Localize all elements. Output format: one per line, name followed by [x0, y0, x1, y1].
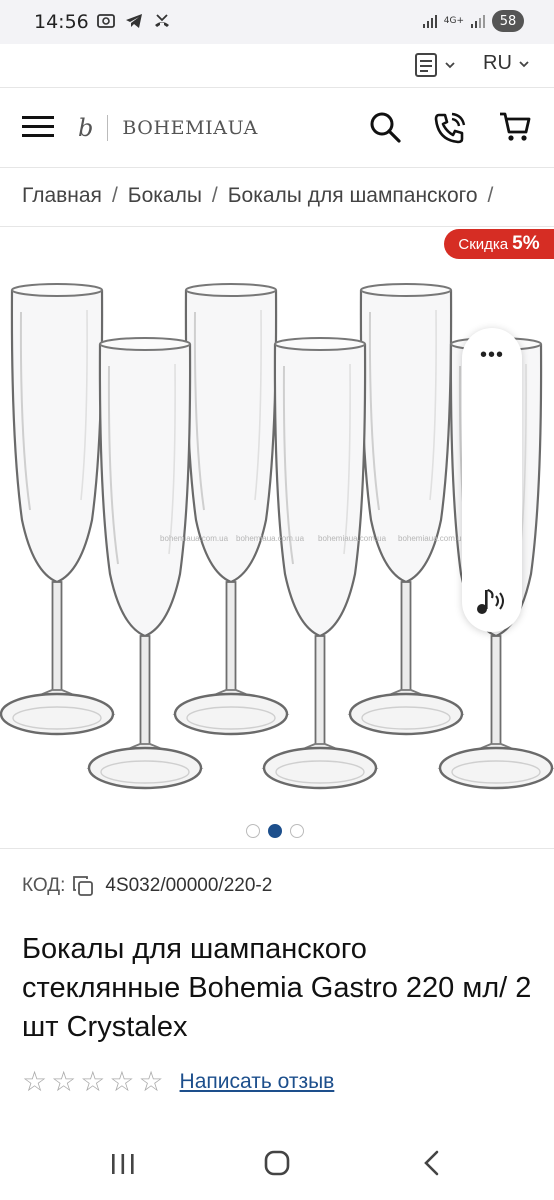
gallery-pagination — [246, 824, 304, 838]
search-button[interactable] — [368, 110, 402, 149]
star-icon: ☆ — [51, 1066, 77, 1097]
breadcrumb: Главная / Бокалы / Бокалы для шампанског… — [22, 184, 493, 208]
star-icon: ☆ — [22, 1066, 48, 1097]
status-time: 14:56 — [34, 11, 89, 33]
search-icon — [370, 112, 401, 143]
signal-icon — [422, 15, 437, 28]
gallery-dot[interactable] — [246, 824, 260, 838]
logo-separator — [107, 115, 109, 141]
breadcrumb-separator: / — [111, 184, 118, 207]
star-icon: ☆ — [138, 1066, 164, 1097]
site-header: b BOHEMIAUA — [0, 88, 554, 168]
language-label: RU — [483, 52, 512, 74]
chevron-down-icon — [519, 60, 529, 67]
write-review-link[interactable]: Написать отзыв — [180, 1070, 335, 1094]
document-menu-button[interactable] — [414, 52, 456, 78]
more-options-icon[interactable]: ••• — [480, 345, 504, 365]
menu-button[interactable] — [22, 114, 54, 143]
network-type: 4G+ — [443, 15, 464, 26]
signal-icon — [471, 15, 485, 28]
status-bar: 14:56 4G+ 58 — [0, 0, 554, 44]
home-icon[interactable] — [264, 1150, 290, 1176]
divider — [0, 848, 554, 849]
product-sku: КОД: 4S032/00000/220-2 — [22, 874, 272, 898]
missed-call-icon — [155, 14, 169, 27]
recent-apps-icon[interactable] — [110, 1152, 136, 1176]
watermark: bohemiaua.com.ua — [318, 534, 387, 543]
watermark: bohemiaua.com.ua — [160, 534, 229, 543]
breadcrumb-item-glasses[interactable]: Бокалы — [128, 184, 202, 208]
logo-text: BOHEMIAUA — [122, 117, 258, 139]
back-icon[interactable] — [422, 1150, 442, 1176]
divider — [0, 226, 554, 227]
battery-icon: 58 — [492, 10, 524, 32]
chevron-down-icon — [445, 62, 455, 69]
breadcrumb-separator: / — [211, 184, 218, 207]
product-title: Бокалы для шампанского стеклянные Bohemi… — [22, 933, 532, 1043]
discount-badge: Скидка 5% — [444, 229, 554, 259]
star-icon: ☆ — [109, 1066, 135, 1097]
language-selector[interactable]: RU — [483, 52, 530, 75]
star-icon: ☆ — [80, 1066, 106, 1097]
sound-note-icon[interactable] — [474, 584, 510, 618]
discount-label: Скидка — [458, 235, 509, 253]
sku-label: КОД: — [22, 875, 66, 896]
watermark: bohemiaua.com.ua — [236, 534, 305, 543]
cart-button[interactable] — [498, 110, 532, 149]
product-rating: ☆ ☆ ☆ ☆ ☆ Написать отзыв — [22, 1066, 334, 1098]
status-icons-right: 4G+ 58 — [422, 10, 524, 32]
floating-side-panel[interactable]: ••• — [462, 328, 522, 632]
breadcrumb-item-home[interactable]: Главная — [22, 184, 102, 208]
screenshot-icon — [97, 14, 115, 28]
document-list-icon — [415, 53, 437, 77]
breadcrumb-item-champagne[interactable]: Бокалы для шампанского — [228, 184, 478, 208]
rating-stars: ☆ ☆ ☆ ☆ ☆ — [22, 1066, 164, 1098]
copy-icon[interactable] — [71, 874, 95, 898]
system-navigation-bar — [0, 1130, 554, 1200]
telegram-icon — [126, 14, 142, 28]
gallery-dot[interactable] — [290, 824, 304, 838]
hamburger-icon — [22, 116, 54, 137]
top-utility-bar: RU — [0, 44, 554, 88]
gallery-dot-active[interactable] — [268, 824, 282, 838]
call-button[interactable] — [432, 110, 468, 151]
cart-icon — [500, 112, 531, 141]
watermark: bohemiaua.com.ua — [398, 534, 467, 543]
phone-icon — [434, 112, 466, 144]
sku-value: 4S032/00000/220-2 — [105, 875, 273, 896]
breadcrumb-separator: / — [487, 184, 494, 207]
logo-mark: b — [78, 114, 94, 142]
discount-value: 5% — [512, 233, 540, 254]
site-logo[interactable]: b BOHEMIAUA — [78, 114, 258, 142]
status-icons-left — [96, 11, 172, 31]
